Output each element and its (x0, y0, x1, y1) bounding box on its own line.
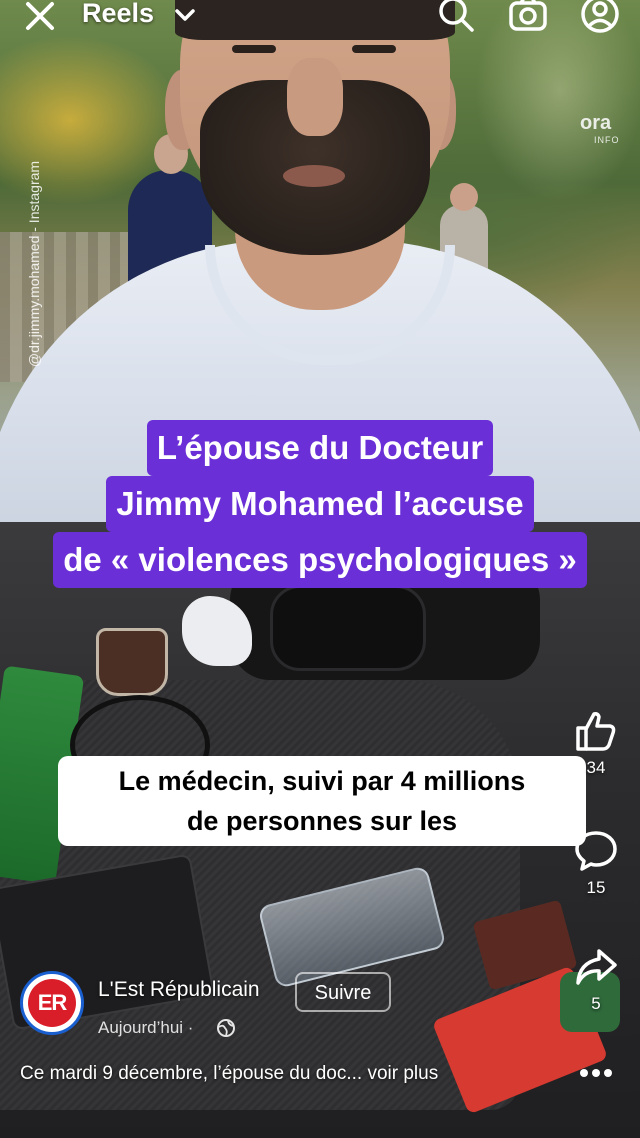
chevron-down-icon[interactable] (172, 2, 198, 28)
subtitle-line: de personnes sur les (186, 806, 458, 836)
camera-icon[interactable] (508, 0, 548, 34)
car-gear-stick (270, 585, 426, 671)
like-button[interactable]: 34 (564, 708, 628, 778)
headline-line: L’épouse du Docteur (146, 420, 494, 476)
travel-mug (96, 628, 168, 696)
share-count: 5 (591, 994, 601, 1013)
avatar[interactable]: ER (20, 971, 84, 1035)
video-watermark: @dr.jimmy.mohamed - Instagram (14, 96, 42, 436)
post-caption[interactable]: Ce mardi 9 décembre, l’épouse du doc... … (20, 1063, 438, 1085)
subtitle-line: Le médecin, suivi par 4 millions (118, 766, 526, 796)
source-logo-subtext: INFO (594, 135, 620, 145)
comment-count: 15 (586, 878, 606, 897)
reel-viewer[interactable]: @dr.jimmy.mohamed - Instagram ora INFO R… (0, 0, 640, 1138)
post-date: Aujourd’hui · (98, 1018, 194, 1037)
search-icon[interactable] (436, 0, 476, 34)
speaker-mouth (283, 165, 345, 187)
follow-button[interactable]: Suivre (295, 972, 391, 1012)
account-name[interactable]: L'Est Républicain (98, 978, 260, 1002)
speaker-nose (287, 58, 343, 136)
like-count: 34 (586, 758, 606, 777)
reels-title[interactable]: Reels (82, 0, 154, 29)
source-logo-text: ora (580, 112, 612, 134)
close-icon[interactable] (20, 0, 60, 36)
video-headline: L’épouse du Docteur Jimmy Mohamed l’accu… (0, 420, 640, 588)
headline-line: de « violences psychologiques » (53, 532, 587, 588)
share-button[interactable]: 5 (564, 944, 628, 1014)
globe-icon (216, 1018, 236, 1038)
share-icon (576, 949, 617, 985)
speaker-eye (352, 45, 396, 53)
watermark-text: @dr.jimmy.mohamed - Instagram (26, 160, 42, 368)
thumbs-up-icon (576, 712, 616, 751)
speaker-eye (232, 45, 276, 53)
source-logo: ora INFO (580, 112, 620, 145)
more-options-icon[interactable] (576, 1058, 616, 1088)
comment-icon (575, 831, 617, 871)
avatar-logo-text: ER (28, 979, 76, 1027)
headline-line: Jimmy Mohamed l’accuse (106, 476, 534, 532)
comment-button[interactable]: 15 (564, 828, 628, 898)
top-bar: Reels (0, 0, 640, 36)
video-subtitle: Le médecin, suivi par 4 millions de pers… (58, 756, 586, 846)
profile-icon[interactable] (580, 0, 620, 34)
